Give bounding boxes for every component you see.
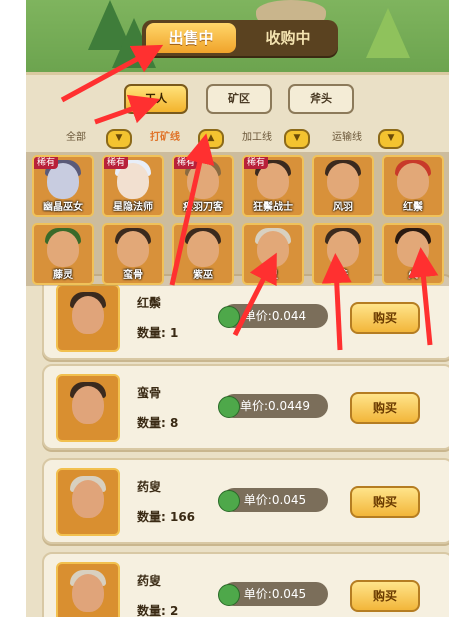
listing-quantity: 数量: 8 bbox=[137, 416, 179, 430]
worker-card-name: 星隐法师 bbox=[113, 202, 153, 213]
listing-quantity: 数量: 166 bbox=[137, 510, 196, 524]
filter-mining-dropdown[interactable]: ▲ bbox=[198, 129, 224, 149]
rare-badge: 稀有 bbox=[104, 157, 129, 169]
worker-card[interactable]: 稀有幽晶巫女 bbox=[32, 155, 94, 217]
bush-decoration bbox=[366, 8, 410, 58]
listing-name: 蛮骨 bbox=[137, 386, 162, 400]
listing-price: 单价:0.044 bbox=[218, 304, 328, 328]
listing-row: 蛮骨 数量: 8 单价:0.0449 购买 bbox=[42, 364, 449, 450]
listing-row: 红鬃 数量: 1 单价:0.044 购买 bbox=[42, 274, 449, 360]
worker-card[interactable]: 叟 bbox=[242, 223, 304, 285]
worker-card[interactable]: 蛮骨 bbox=[102, 223, 164, 285]
gem-icon bbox=[218, 584, 240, 606]
worker-portrait bbox=[56, 562, 120, 617]
worker-portrait bbox=[56, 284, 120, 352]
tab-mining-area[interactable]: 矿区 bbox=[206, 84, 272, 114]
listing-quantity: 数量: 1 bbox=[137, 326, 179, 340]
chevron-down-icon: ▼ bbox=[293, 133, 301, 143]
worker-card[interactable]: 稀有狂鬃战士 bbox=[242, 155, 304, 217]
filter-transport-label: 运输线 bbox=[332, 132, 362, 143]
worker-card-name: 疾羽刀客 bbox=[183, 202, 223, 213]
worker-card-name: 藤灵 bbox=[53, 270, 73, 281]
worker-card-name: 狂鬃战士 bbox=[253, 202, 293, 213]
filter-all-label: 全部 bbox=[66, 132, 86, 143]
buy-button[interactable]: 购买 bbox=[350, 580, 420, 612]
worker-card[interactable]: 火 bbox=[382, 223, 444, 285]
tab-workers[interactable]: 工人 bbox=[124, 84, 188, 114]
tab-selling[interactable]: 出售中 bbox=[146, 23, 236, 53]
worker-card-name: 风羽 bbox=[333, 202, 353, 213]
listing-quantity: 数量: 2 bbox=[137, 604, 179, 617]
listing-row: 药叟 数量: 166 单价:0.045 购买 bbox=[42, 458, 449, 544]
listing-price: 单价:0.045 bbox=[218, 488, 328, 512]
worker-card[interactable]: 稀有疾羽刀客 bbox=[172, 155, 234, 217]
gem-icon bbox=[218, 490, 240, 512]
worker-card-name: 紫巫 bbox=[193, 270, 213, 281]
worker-card[interactable]: 娃 bbox=[312, 223, 374, 285]
worker-card[interactable]: 紫巫 bbox=[172, 223, 234, 285]
rare-badge: 稀有 bbox=[244, 157, 269, 169]
worker-card[interactable]: 红鬃 bbox=[382, 155, 444, 217]
filter-processing-dropdown[interactable]: ▼ bbox=[284, 129, 310, 149]
chevron-down-icon: ▼ bbox=[387, 133, 395, 143]
listing-price: 单价:0.045 bbox=[218, 582, 328, 606]
worker-card[interactable]: 稀有星隐法师 bbox=[102, 155, 164, 217]
worker-filter-overlay: 稀有 幽晶巫女 稀有 星隐法师 稀有 疾羽刀客 稀有 狂鬃战士 风羽 红鬃 藤灵 蛮骨 … bbox=[26, 152, 449, 286]
worker-card-name: 幽晶巫女 bbox=[43, 202, 83, 213]
buy-button[interactable]: 购买 bbox=[350, 302, 420, 334]
worker-card[interactable]: 风羽 bbox=[312, 155, 374, 217]
listing-name: 药叟 bbox=[137, 480, 162, 494]
gem-icon bbox=[218, 396, 240, 418]
worker-card-name: 红鬃 bbox=[403, 202, 423, 213]
worker-card-name: 蛮骨 bbox=[123, 270, 143, 281]
buy-button[interactable]: 购买 bbox=[350, 486, 420, 518]
worker-card[interactable]: 藤灵 bbox=[32, 223, 94, 285]
gem-icon bbox=[218, 306, 240, 328]
listing-name: 红鬃 bbox=[137, 296, 162, 310]
worker-card-name: 娃 bbox=[338, 270, 348, 281]
listing-price: 单价:0.0449 bbox=[218, 394, 328, 418]
worker-portrait bbox=[56, 374, 120, 442]
filter-all-dropdown[interactable]: ▼ bbox=[106, 129, 132, 149]
filter-mining-label: 打矿线 bbox=[150, 132, 180, 143]
listing-row: 药叟 数量: 2 单价:0.045 购买 bbox=[42, 552, 449, 617]
filter-transport-dropdown[interactable]: ▼ bbox=[378, 129, 404, 149]
buy-button[interactable]: 购买 bbox=[350, 392, 420, 424]
worker-card-name: 火 bbox=[408, 270, 418, 281]
chevron-up-icon: ▲ bbox=[207, 133, 215, 143]
market-mode-tabs: 出售中 收购中 bbox=[142, 20, 338, 56]
worker-card-name: 叟 bbox=[268, 270, 278, 281]
rare-badge: 稀有 bbox=[34, 157, 59, 169]
rare-badge: 稀有 bbox=[174, 157, 199, 169]
worker-portrait bbox=[56, 468, 120, 536]
chevron-down-icon: ▼ bbox=[115, 133, 123, 143]
tab-axes[interactable]: 斧头 bbox=[288, 84, 354, 114]
tab-buying[interactable]: 收购中 bbox=[242, 23, 334, 53]
game-screen: 出售中 收购中 工人 矿区 斧头 全部 ▼ 打矿线 ▲ 加工线 ▼ 运输线 ▼ … bbox=[26, 0, 449, 617]
listing-name: 药叟 bbox=[137, 574, 162, 588]
filter-processing-label: 加工线 bbox=[242, 132, 272, 143]
